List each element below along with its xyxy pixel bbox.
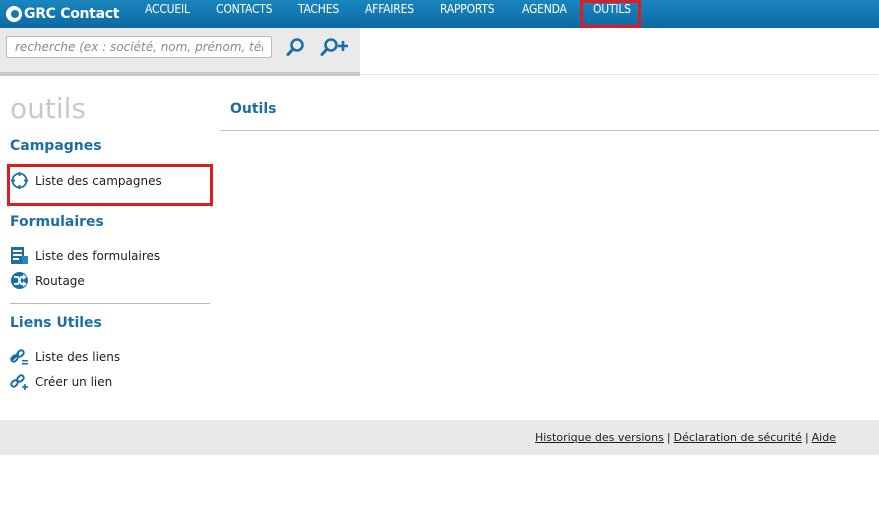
search-bar	[0, 28, 360, 76]
app-logo[interactable]: GRC Contact	[6, 3, 119, 25]
shuffle-icon	[11, 272, 28, 289]
header-divider	[360, 74, 879, 75]
top-navigation-bar: GRC Contact ACCUEIL CONTACTS TACHES AFFA…	[0, 0, 879, 28]
sidebar-item-liste-formulaires[interactable]: Liste des formulaires	[10, 246, 160, 265]
nav-item-accueil[interactable]: ACCUEIL	[145, 2, 190, 16]
add-contact-button[interactable]	[320, 36, 350, 58]
section-title-formulaires: Formulaires	[10, 214, 104, 230]
nav-item-taches[interactable]: TACHES	[298, 2, 339, 16]
search-button[interactable]	[285, 37, 307, 57]
nav-item-affaires[interactable]: AFFAIRES	[365, 2, 414, 16]
sidebar-divider	[10, 303, 210, 304]
nav-item-agenda[interactable]: AGENDA	[522, 2, 567, 16]
main-title: Outils	[230, 101, 277, 117]
nav-item-contacts[interactable]: CONTACTS	[216, 2, 273, 16]
sidebar-item-creer-lien[interactable]: Créer un lien	[10, 372, 112, 391]
form-icon	[11, 247, 28, 264]
sidebar-item-label: Liste des formulaires	[35, 248, 161, 263]
footer: Historique des versions | Déclaration de s…	[0, 420, 879, 455]
logo-text: GRC Contact	[24, 6, 120, 22]
section-title-campagnes: Campagnes	[10, 138, 102, 154]
sidebar-item-liste-liens[interactable]: Liste des liens	[10, 347, 120, 366]
section-title-liens-utiles: Liens Utiles	[10, 315, 102, 331]
footer-link-securite[interactable]: Déclaration de sécurité	[674, 431, 802, 444]
footer-separator: |	[804, 431, 809, 444]
footer-separator: |	[666, 431, 671, 444]
nav-item-rapports[interactable]: RAPPORTS	[440, 2, 495, 16]
page-title: outils	[10, 92, 87, 125]
magnifier-plus-icon	[320, 38, 348, 56]
logo-icon	[6, 6, 22, 22]
link-add-icon	[10, 374, 28, 390]
link-list-icon	[10, 349, 28, 365]
search-input[interactable]	[6, 36, 272, 58]
magnifier-icon	[286, 38, 304, 56]
nav-highlight-box	[580, 0, 641, 28]
footer-link-historique[interactable]: Historique des versions	[535, 431, 664, 444]
footer-link-aide[interactable]: Aide	[812, 431, 836, 444]
main-title-underline	[220, 130, 879, 131]
sidebar-item-label: Routage	[35, 273, 85, 288]
sidebar-item-label: Liste des liens	[35, 349, 121, 364]
sidebar-item-routage[interactable]: Routage	[10, 271, 85, 290]
footer-links: Historique des versions | Déclaration de s…	[535, 431, 836, 444]
sidebar-item-label: Créer un lien	[35, 374, 113, 389]
campagnes-highlight-box	[7, 164, 213, 206]
